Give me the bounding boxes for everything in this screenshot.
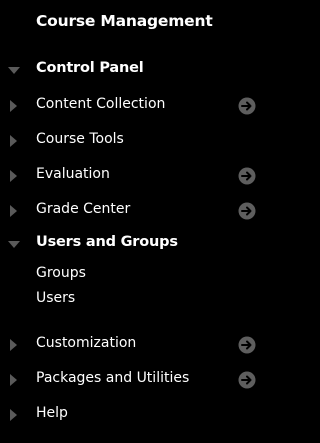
arrow-right-circle-icon[interactable] xyxy=(238,97,256,115)
sub-item-users[interactable]: Users xyxy=(36,290,75,312)
arrow-right-circle-icon[interactable] xyxy=(238,167,256,185)
triangle-right-icon[interactable] xyxy=(10,135,17,147)
section-label-content-collection: Content Collection xyxy=(36,96,166,112)
section-users-and-groups[interactable]: Users and Groups xyxy=(0,231,262,257)
triangle-right-icon[interactable] xyxy=(10,374,17,386)
section-packages-and-utilities[interactable]: Packages and Utilities xyxy=(0,367,262,393)
section-label-customization: Customization xyxy=(36,335,137,351)
triangle-right-icon[interactable] xyxy=(10,409,17,421)
section-grade-center[interactable]: Grade Center xyxy=(0,198,262,224)
sub-item-groups[interactable]: Groups xyxy=(36,265,86,287)
section-course-tools[interactable]: Course Tools xyxy=(0,128,262,154)
section-help[interactable]: Help xyxy=(0,402,262,428)
panel-title: Course Management xyxy=(36,12,213,30)
section-customization[interactable]: Customization xyxy=(0,332,262,358)
section-label-users-and-groups: Users and Groups xyxy=(36,234,178,250)
section-content-collection[interactable]: Content Collection xyxy=(0,93,262,119)
section-label-grade-center: Grade Center xyxy=(36,201,131,217)
triangle-down-icon[interactable] xyxy=(8,67,20,74)
arrow-right-circle-icon[interactable] xyxy=(238,371,256,389)
section-label-course-tools: Course Tools xyxy=(36,131,124,147)
sub-item-label-users[interactable]: Users xyxy=(36,290,75,306)
section-control-panel[interactable]: Control Panel xyxy=(0,57,262,83)
section-evaluation[interactable]: Evaluation xyxy=(0,163,262,189)
course-management-panel: Course Management Control Panel Content … xyxy=(0,0,262,443)
triangle-right-icon[interactable] xyxy=(10,100,17,112)
triangle-right-icon[interactable] xyxy=(10,339,17,351)
triangle-right-icon[interactable] xyxy=(10,170,17,182)
section-label-packages-and-utilities: Packages and Utilities xyxy=(36,370,190,386)
arrow-right-circle-icon[interactable] xyxy=(238,202,256,220)
sub-item-label-groups[interactable]: Groups xyxy=(36,265,86,281)
section-label-evaluation: Evaluation xyxy=(36,166,110,182)
section-label-control-panel: Control Panel xyxy=(36,60,144,76)
triangle-down-icon[interactable] xyxy=(8,241,20,248)
section-label-help: Help xyxy=(36,405,68,421)
triangle-right-icon[interactable] xyxy=(10,205,17,217)
arrow-right-circle-icon[interactable] xyxy=(238,336,256,354)
